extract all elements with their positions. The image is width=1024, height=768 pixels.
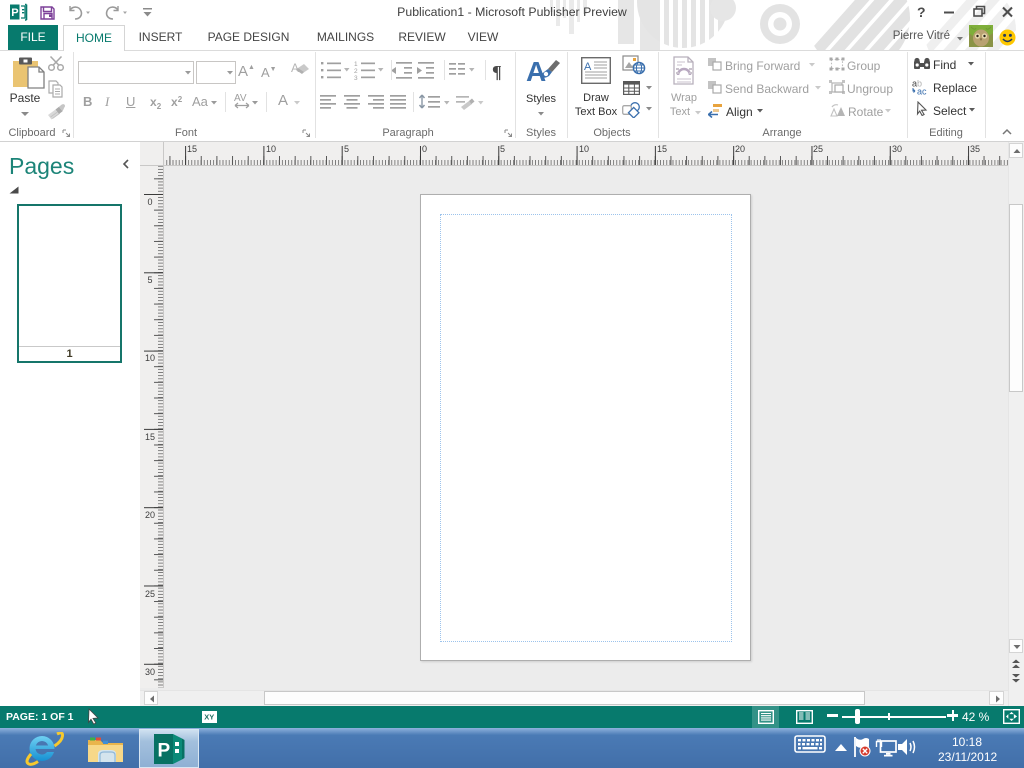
svg-text:Paste: Paste [10,91,41,105]
svg-text:XY: XY [204,713,214,722]
svg-text:2: 2 [354,68,358,75]
svg-text:3: 3 [354,75,358,82]
svg-text:AV: AV [234,93,247,104]
svg-text:ac: ac [917,87,927,96]
svg-text:A: A [526,56,546,87]
svg-text:A: A [584,61,592,73]
svg-text:¶: ¶ [492,62,502,82]
svg-text:1: 1 [354,61,358,68]
svg-text:A: A [291,61,299,75]
svg-text:?: ? [917,4,926,20]
svg-text:P: P [158,741,171,762]
